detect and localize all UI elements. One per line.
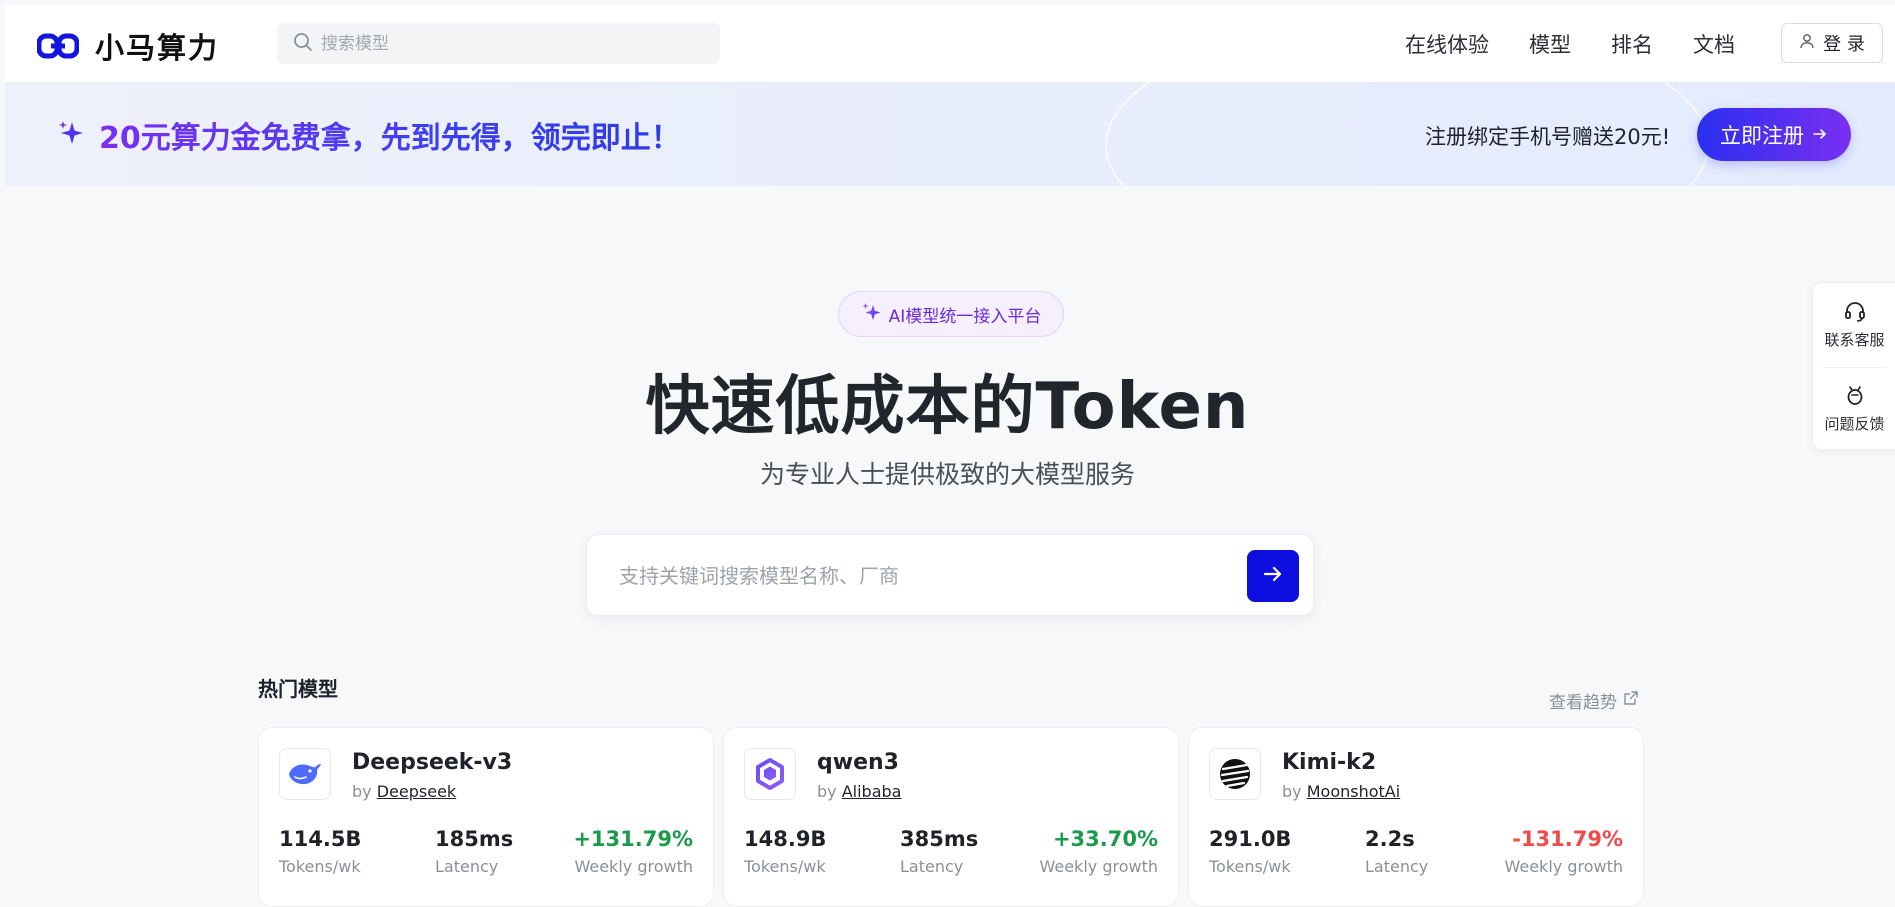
tokens-label: Tokens/wk xyxy=(1209,857,1291,876)
promo-title: 20元算力金免费拿，先到先得，领完即止！ xyxy=(99,113,681,157)
growth-value: +131.79% xyxy=(573,827,693,851)
register-now-button[interactable]: 立即注册 xyxy=(1697,108,1851,161)
promo-headline: 20元算力金免费拿，先到先得，领完即止！ xyxy=(57,113,681,157)
growth-stat: -131.79% Weekly growth xyxy=(1504,827,1623,876)
feedback-button[interactable]: 问题反馈 xyxy=(1813,383,1895,434)
top-search-input[interactable] xyxy=(319,32,703,55)
tokens-value: 148.9B xyxy=(744,827,827,851)
model-vendor-line: by Deepseek xyxy=(352,782,456,801)
login-label: 登 录 xyxy=(1823,34,1865,55)
qwen-logo-icon xyxy=(744,748,796,800)
model-vendor-line: by Alibaba xyxy=(817,782,901,801)
arrow-right-icon xyxy=(1812,123,1828,147)
promo-note: 注册绑定手机号赠送20元! xyxy=(1425,125,1671,149)
model-vendor-line: by MoonshotAi xyxy=(1282,782,1400,801)
moonshot-logo-icon xyxy=(1209,748,1261,800)
brand[interactable]: 小马算力 xyxy=(37,25,219,67)
growth-label: Weekly growth xyxy=(574,857,693,876)
trend-link-label: 查看趋势 xyxy=(1549,693,1617,713)
nav-docs[interactable]: 文档 xyxy=(1693,29,1735,59)
nav-models[interactable]: 模型 xyxy=(1529,29,1571,59)
vendor-link[interactable]: Deepseek xyxy=(377,782,456,801)
growth-stat: +33.70% Weekly growth xyxy=(1039,827,1158,876)
growth-label: Weekly growth xyxy=(1039,857,1158,876)
hero-title: 快速低成本的Token xyxy=(645,370,1250,444)
tokens-stat: 148.9B Tokens/wk xyxy=(744,827,826,876)
login-button[interactable]: 登 录 xyxy=(1781,23,1883,63)
hero-subtitle: 为专业人士提供极致的大模型服务 xyxy=(759,460,1135,489)
model-card-kimi-k2[interactable]: Kimi-k2 by MoonshotAi 291.0B Tokens/wk 2… xyxy=(1188,727,1644,907)
latency-stat: 385ms Latency xyxy=(900,827,978,876)
tokens-stat: 114.5B Tokens/wk xyxy=(279,827,361,876)
tokens-label: Tokens/wk xyxy=(744,857,826,876)
hero-search-box xyxy=(586,534,1314,616)
nav-ranking[interactable]: 排名 xyxy=(1611,29,1653,59)
latency-stat: 185ms Latency xyxy=(435,827,513,876)
pill-label: AI模型统一接入平台 xyxy=(888,306,1042,327)
growth-value: +33.70% xyxy=(1052,827,1158,851)
tokens-value: 114.5B xyxy=(279,827,362,851)
bug-feedback-icon xyxy=(1813,383,1895,407)
tokens-value: 291.0B xyxy=(1209,827,1292,851)
top-navigation-bar: 小马算力 在线体验 模型 排名 文档 登 录 xyxy=(5,5,1895,83)
model-name: qwen3 xyxy=(817,750,899,775)
feedback-label: 问题反馈 xyxy=(1824,415,1885,433)
model-card-deepseek-v3[interactable]: Deepseek-v3 by Deepseek 114.5B Tokens/wk… xyxy=(258,727,714,907)
model-name: Kimi-k2 xyxy=(1282,750,1377,775)
latency-value: 385ms xyxy=(900,827,979,851)
latency-label: Latency xyxy=(435,857,499,876)
by-prefix: by xyxy=(817,782,837,801)
tokens-label: Tokens/wk xyxy=(279,857,361,876)
model-search-input[interactable] xyxy=(617,559,1221,593)
nav-online-trial[interactable]: 在线体验 xyxy=(1405,29,1489,59)
deepseek-whale-icon xyxy=(279,748,331,800)
hot-models-title: 热门模型 xyxy=(258,677,338,701)
register-label: 立即注册 xyxy=(1720,123,1804,148)
growth-label: Weekly growth xyxy=(1504,857,1623,876)
floating-help-widget: 联系客服 问题反馈 xyxy=(1812,282,1895,450)
latency-label: Latency xyxy=(1365,857,1429,876)
model-card-qwen3[interactable]: qwen3 by Alibaba 148.9B Tokens/wk 385ms … xyxy=(723,727,1179,907)
external-link-icon xyxy=(1623,690,1639,711)
user-icon xyxy=(1799,33,1815,54)
platform-pill-badge: AI模型统一接入平台 xyxy=(838,291,1064,337)
latency-stat: 2.2s Latency xyxy=(1365,827,1428,876)
promo-banner: 20元算力金免费拿，先到先得，领完即止！ 注册绑定手机号赠送20元! 立即注册 xyxy=(5,83,1895,186)
link-chain-logo-icon xyxy=(37,31,79,61)
sparkle-icon xyxy=(57,118,87,152)
main-nav: 在线体验 模型 排名 文档 xyxy=(1405,29,1735,59)
growth-value: -131.79% xyxy=(1512,827,1623,851)
contact-support-button[interactable]: 联系客服 xyxy=(1813,299,1895,350)
growth-stat: +131.79% Weekly growth xyxy=(573,827,693,876)
sparkle-icon xyxy=(861,301,883,328)
by-prefix: by xyxy=(352,782,372,801)
widget-divider xyxy=(1823,367,1886,368)
latency-value: 185ms xyxy=(435,827,514,851)
by-prefix: by xyxy=(1282,782,1302,801)
search-submit-button[interactable] xyxy=(1247,550,1299,602)
brand-name: 小马算力 xyxy=(95,31,220,65)
top-search-box[interactable] xyxy=(277,23,720,64)
support-label: 联系客服 xyxy=(1824,331,1885,349)
arrow-right-icon xyxy=(1261,562,1285,590)
tokens-stat: 291.0B Tokens/wk xyxy=(1209,827,1291,876)
vendor-link[interactable]: MoonshotAi xyxy=(1307,782,1400,801)
latency-value: 2.2s xyxy=(1365,827,1415,851)
view-trends-link[interactable]: 查看趋势 xyxy=(1549,688,1639,713)
model-name: Deepseek-v3 xyxy=(352,750,513,775)
search-icon xyxy=(293,32,313,56)
headset-icon xyxy=(1813,299,1895,323)
vendor-link[interactable]: Alibaba xyxy=(842,782,902,801)
latency-label: Latency xyxy=(900,857,964,876)
